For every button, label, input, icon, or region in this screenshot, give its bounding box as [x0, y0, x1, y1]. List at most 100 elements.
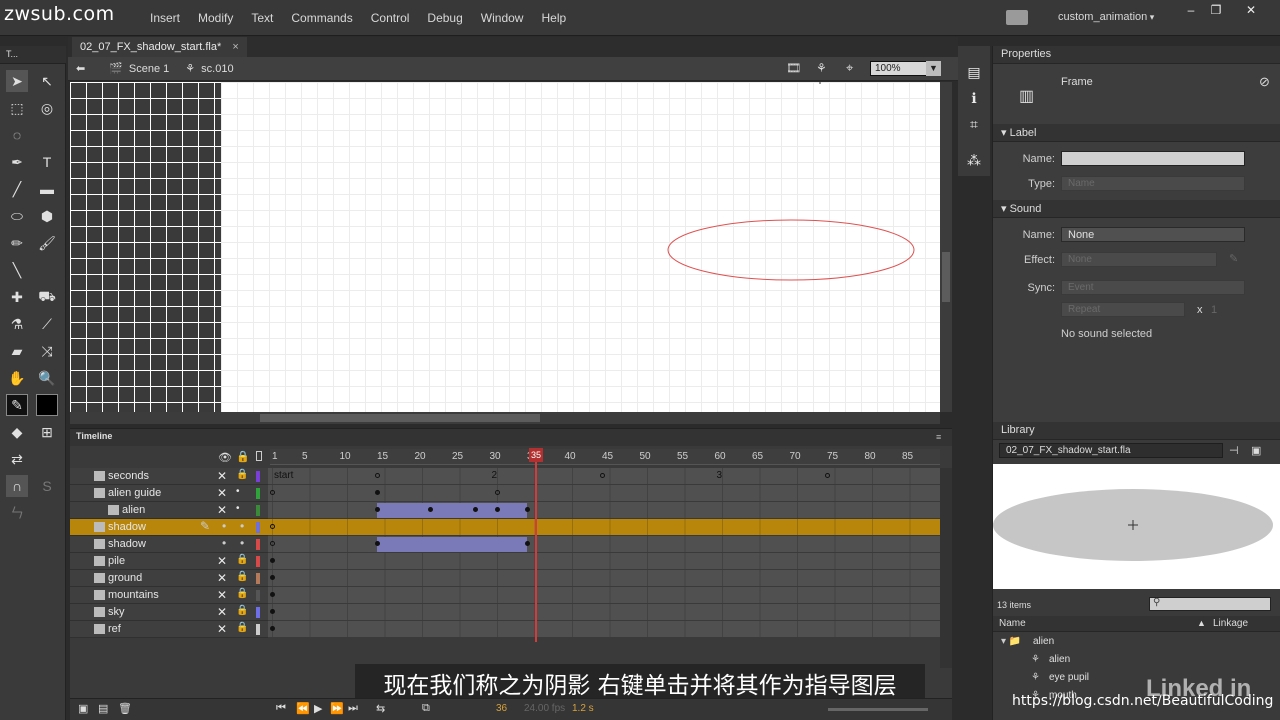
unlock-dot-icon[interactable]: •: [236, 503, 240, 514]
layer-name[interactable]: mountains: [108, 589, 159, 601]
text-tool-icon[interactable]: T: [36, 151, 58, 173]
layer-name-cell[interactable]: seconds ✕ 🔒: [70, 468, 268, 485]
layer-color-swatch[interactable]: [256, 471, 260, 482]
close-window-button[interactable]: ✕: [1240, 3, 1262, 17]
straighten-icon[interactable]: ㄣ: [6, 502, 28, 524]
layer-row[interactable]: shadow ✎ • •: [70, 519, 940, 536]
show-hide-all-icon[interactable]: 👁: [218, 451, 232, 464]
label-section[interactable]: ▾ Label: [993, 124, 1280, 142]
play-icon[interactable]: ▶: [314, 702, 322, 715]
menu-commands[interactable]: Commands: [291, 11, 352, 25]
stage[interactable]: [221, 82, 940, 412]
layer-frames[interactable]: [268, 621, 940, 638]
keyframe[interactable]: [375, 541, 380, 546]
lasso-tool-icon[interactable]: ◌: [6, 124, 28, 146]
menu-window[interactable]: Window: [481, 11, 524, 25]
timeline-zoom-slider[interactable]: [828, 708, 928, 711]
tween-span[interactable]: [377, 503, 527, 518]
fill-color-swatch[interactable]: [36, 394, 58, 416]
sort-icon[interactable]: ▲: [1197, 618, 1206, 628]
layer-color-swatch[interactable]: [256, 607, 260, 618]
hidden-icon[interactable]: ✕: [217, 469, 227, 483]
black-white-icon[interactable]: ⇄: [6, 448, 28, 470]
lock-icon[interactable]: 🔒: [236, 605, 248, 616]
stage-horizontal-scrollbar[interactable]: [70, 412, 940, 424]
layer-frames[interactable]: [268, 519, 940, 536]
layer-name[interactable]: ref: [108, 623, 121, 635]
frame-rate[interactable]: 24.00 fps: [524, 703, 565, 714]
visibility-dot-icon[interactable]: •: [240, 519, 244, 533]
repeat-select[interactable]: Repeat: [1061, 302, 1185, 317]
new-library-icon[interactable]: ▣: [1251, 444, 1261, 457]
layer-color-swatch[interactable]: [256, 573, 260, 584]
workspace-sync-icon[interactable]: [1006, 10, 1028, 25]
current-frame[interactable]: 36: [496, 703, 507, 714]
layer-name[interactable]: shadow: [108, 521, 146, 533]
transform-panel-icon[interactable]: ⌗: [966, 116, 982, 132]
layer-row[interactable]: mountains ✕ 🔒: [70, 587, 940, 604]
go-last-frame-icon[interactable]: ⏭: [348, 702, 358, 715]
paint-brush-tool-icon[interactable]: ╲: [6, 259, 28, 281]
pen-tool-icon[interactable]: ✒: [6, 151, 28, 173]
layer-color-swatch[interactable]: [256, 590, 260, 601]
layer-name[interactable]: seconds: [108, 470, 149, 482]
visibility-dot-icon[interactable]: •: [222, 519, 226, 533]
selection-tool-icon[interactable]: ➤: [6, 70, 28, 92]
minimize-button[interactable]: –: [1180, 3, 1202, 17]
keyframe[interactable]: [270, 592, 275, 597]
layer-frames[interactable]: [268, 536, 940, 553]
delete-layer-icon[interactable]: 🗑: [118, 702, 132, 715]
layer-name-cell[interactable]: sky ✕ 🔒: [70, 604, 268, 621]
workspace-switcher[interactable]: custom_animation: [1058, 11, 1154, 23]
restore-button[interactable]: ❐: [1205, 3, 1227, 17]
help-icon[interactable]: ⊘: [1259, 74, 1270, 90]
frame-ruler[interactable]: 1510152025303540455055606570758085: [270, 449, 940, 465]
sync-select[interactable]: Event: [1061, 280, 1245, 295]
keyframe[interactable]: [427, 507, 433, 512]
layer-row[interactable]: seconds ✕ 🔒 start 2 3: [70, 468, 940, 485]
keyframe[interactable]: [525, 507, 530, 512]
onion-skin-icon[interactable]: ⧉: [422, 702, 430, 715]
library-search-input[interactable]: ⚲: [1149, 597, 1271, 611]
keyframe[interactable]: [270, 558, 275, 563]
keyframe[interactable]: [375, 473, 380, 478]
brush-tool-icon[interactable]: 🖌: [36, 232, 58, 254]
fill-color-icon[interactable]: ◆: [6, 421, 28, 443]
back-arrow-icon[interactable]: ⬅: [76, 62, 85, 75]
hidden-icon[interactable]: ✕: [217, 486, 227, 500]
layer-frames[interactable]: [268, 502, 940, 519]
keyframe[interactable]: [270, 490, 275, 495]
edit-symbol-icon[interactable]: ⚘: [816, 61, 827, 75]
polystar-tool-icon[interactable]: ⬢: [36, 205, 58, 227]
pencil-tool-icon[interactable]: ✏: [6, 232, 28, 254]
sound-section[interactable]: ▾ Sound: [993, 200, 1280, 218]
library-folder[interactable]: ▾ 📁 alien: [993, 634, 1280, 651]
oval-tool-icon[interactable]: ⬭: [6, 205, 28, 227]
subselection-tool-icon[interactable]: ↖: [36, 70, 58, 92]
keyframe[interactable]: [495, 490, 500, 495]
hidden-icon[interactable]: ✕: [217, 622, 227, 636]
unlock-dot-icon[interactable]: •: [236, 486, 240, 497]
swap-colors-icon[interactable]: ⊞: [36, 421, 58, 443]
layer-row[interactable]: sky ✕ 🔒: [70, 604, 940, 621]
label-type-select[interactable]: Name: [1061, 176, 1245, 191]
hidden-icon[interactable]: ✕: [217, 554, 227, 568]
menu-control[interactable]: Control: [371, 11, 410, 25]
timeline-menu-icon[interactable]: ≡: [936, 432, 941, 442]
free-transform-tool-icon[interactable]: ⬚: [6, 97, 28, 119]
tween-span[interactable]: [377, 537, 527, 552]
menu-modify[interactable]: Modify: [198, 11, 233, 25]
document-tab[interactable]: 02_07_FX_shadow_start.fla* ×: [72, 37, 247, 57]
go-first-frame-icon[interactable]: ⏮: [276, 702, 286, 715]
keyframe[interactable]: [270, 541, 275, 546]
rectangle-tool-icon[interactable]: ▬: [36, 178, 58, 200]
outline-all-icon[interactable]: [256, 451, 262, 461]
layer-name[interactable]: alien: [122, 504, 145, 516]
hidden-icon[interactable]: ✕: [217, 571, 227, 585]
stage-vertical-scrollbar[interactable]: [940, 82, 952, 412]
keyframe[interactable]: [825, 473, 830, 478]
layer-color-swatch[interactable]: [256, 539, 260, 550]
effect-select[interactable]: None: [1061, 252, 1217, 267]
library-document-select[interactable]: 02_07_FX_shadow_start.fla: [999, 443, 1223, 458]
layer-name[interactable]: alien guide: [108, 487, 161, 499]
